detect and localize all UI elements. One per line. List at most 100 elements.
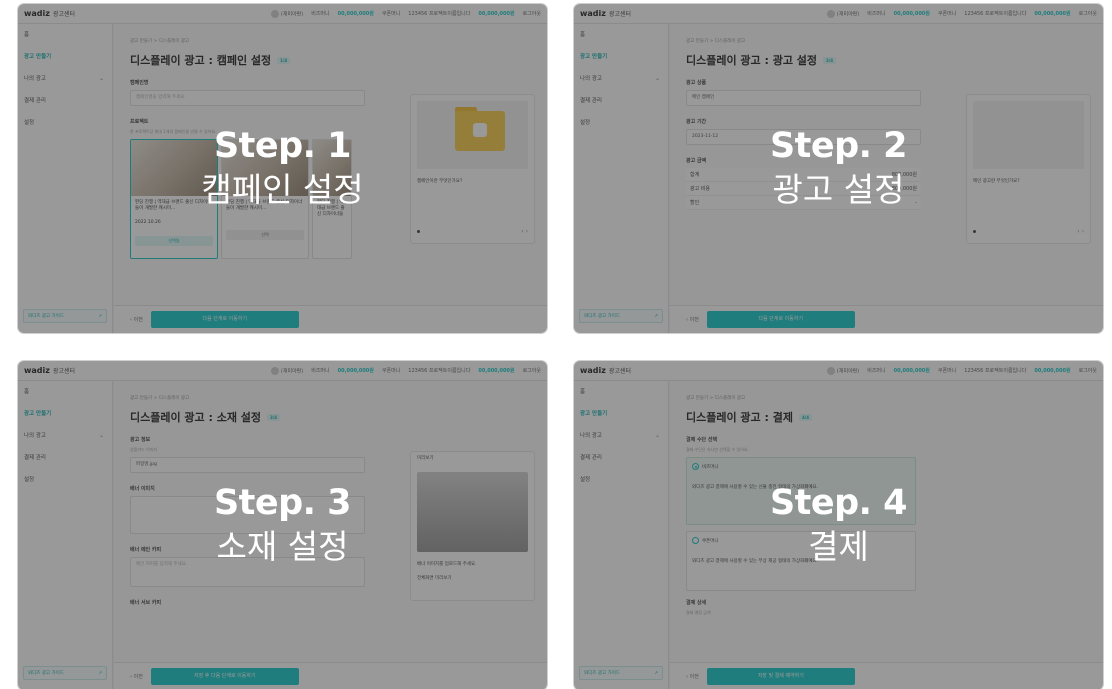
- logout-button[interactable]: 로그아웃: [1079, 367, 1097, 374]
- preview-image: [973, 101, 1084, 169]
- project-value: 00,000,000원: [1034, 11, 1071, 17]
- main-copy-input[interactable]: 메인 카피를 입력해 주세요.: [130, 557, 365, 587]
- logout-button[interactable]: 로그아웃: [523, 10, 541, 17]
- field-label: 광고 금액: [686, 158, 707, 164]
- field-label: 결제 상세: [686, 600, 707, 606]
- field-label: 광고 기간: [686, 119, 707, 125]
- sidebar-item-payment[interactable]: 결제 관리: [18, 90, 112, 112]
- sidebar-item-home[interactable]: 홈: [574, 24, 668, 46]
- carousel-dot[interactable]: [417, 230, 420, 233]
- topbar: wadiz 광고센터 (재미야편) 비즈머니 00,000,000원 쿠폰머니 …: [18, 4, 547, 24]
- ad-period-input[interactable]: 2023-11-12: [686, 129, 921, 145]
- prev-button[interactable]: ‹ 이전: [130, 316, 143, 323]
- sidebar-item-create-ad[interactable]: 광고 만들기: [574, 403, 668, 425]
- sidebar-item-home[interactable]: 홈: [18, 381, 112, 403]
- fullscreen-preview-button[interactable]: 전체화면 미리보기: [411, 572, 534, 586]
- project-selector[interactable]: 123456 프로젝트이름입니다: [408, 10, 470, 17]
- preview-caption: 메인 광고란 무엇인가요?: [973, 179, 1020, 184]
- carousel-nav-icon[interactable]: ‹ ›: [521, 228, 528, 235]
- carousel-dot[interactable]: [973, 230, 976, 233]
- topbar: wadiz 광고센터 (재미야편) 비즈머니 00,000,000원 쿠폰머니 …: [18, 361, 547, 381]
- page-title: 디스플레이 광고 : 캠페인 설정 1/4: [130, 52, 531, 68]
- bottom-bar: ‹ 이전 다음 단계로 이동하기: [114, 305, 547, 333]
- sidebar-item-settings[interactable]: 설정: [18, 112, 112, 134]
- bottom-bar: ‹ 이전 저장 후 다음 단계로 이동하기: [114, 662, 547, 689]
- campaign-form: 캠페인명 캠페인명을 입력해 주세요. 프로젝트 한 프로젝트당 최대 1개의 …: [130, 79, 365, 259]
- avatar: [270, 9, 279, 18]
- campaign-name-input[interactable]: 캠페인명을 입력해 주세요.: [130, 90, 365, 106]
- logout-button[interactable]: 로그아웃: [523, 367, 541, 374]
- sidebar: 홈 광고 만들기 나의 광고 ⌄ 결제 관리 설정 와디즈 광고 가이드 ↗: [18, 381, 113, 689]
- project-selector[interactable]: 123456 프로젝트이름입니다: [964, 367, 1026, 374]
- guide-link[interactable]: 와디즈 광고 가이드 ↗: [23, 666, 107, 680]
- prev-button[interactable]: ‹ 이전: [686, 316, 699, 323]
- prev-button[interactable]: ‹ 이전: [130, 673, 143, 680]
- sidebar-item-payment[interactable]: 결제 관리: [574, 90, 668, 112]
- chevron-down-icon: ⌄: [654, 432, 660, 439]
- user-menu[interactable]: (재미야편): [270, 366, 303, 375]
- sidebar-item-settings[interactable]: 설정: [574, 469, 668, 491]
- app-icon: [473, 123, 487, 137]
- sidebar-item-home[interactable]: 홈: [574, 381, 668, 403]
- carousel-nav-icon[interactable]: ‹ ›: [1077, 228, 1084, 235]
- sidebar-item-home[interactable]: 홈: [18, 24, 112, 46]
- project-card[interactable]: 펀딩 진행 | 역대급 브랜드 출신 디자이너들이 개발한 캐시미... 202…: [130, 139, 218, 259]
- user-menu[interactable]: (재미야편): [826, 9, 859, 18]
- guide-link[interactable]: 와디즈 광고 가이드 ↗: [579, 309, 663, 323]
- project-date: [222, 216, 308, 224]
- select-button[interactable]: 선택: [226, 230, 304, 240]
- next-button[interactable]: 다음 단계로 이동하기: [706, 311, 855, 328]
- project-card[interactable]: 펀딩 진행 | 역대급 브랜드 출신 디자이너들: [312, 139, 352, 259]
- project-cards: 펀딩 진행 | 역대급 브랜드 출신 디자이너들이 개발한 캐시미... 202…: [130, 139, 365, 259]
- sidebar-item-create-ad[interactable]: 광고 만들기: [18, 46, 112, 68]
- sidebar: 홈 광고 만들기 나의 광고 ⌄ 결제 관리 설정 와디즈 광고 가이드 ↗: [574, 24, 669, 333]
- project-card[interactable]: 펀딩 진행 | 역대급 브랜드 출신 디자이너들이 개발한 캐시미... 선택: [221, 139, 309, 259]
- sidebar-item-settings[interactable]: 설정: [574, 112, 668, 134]
- next-button[interactable]: 저장 후 다음 단계로 이동하기: [150, 668, 299, 685]
- breadcrumb: 광고 만들기 > 디스플레이 광고: [686, 396, 746, 401]
- sidebar-item-my-ads[interactable]: 나의 광고 ⌄: [18, 68, 112, 90]
- field-label: 프로젝트: [130, 119, 149, 125]
- logo[interactable]: wadiz: [580, 366, 606, 375]
- breadcrumb: 광고 만들기 > 디스플레이 광고: [686, 39, 746, 44]
- next-button[interactable]: 다음 단계로 이동하기: [150, 311, 299, 328]
- select-button[interactable]: 선택됨: [135, 236, 213, 246]
- project-selector[interactable]: 123456 프로젝트이름입니다: [408, 367, 470, 374]
- step-badge: 4/4: [798, 413, 812, 421]
- project-selector[interactable]: 123456 프로젝트이름입니다: [964, 10, 1026, 17]
- payment-option-bizmoney[interactable]: 비즈머니 와디즈 광고 결제에 사용할 수 있는 선불 충전 형태의 가상화폐예…: [686, 457, 916, 525]
- sidebar-item-settings[interactable]: 설정: [18, 469, 112, 491]
- sidebar-item-my-ads[interactable]: 나의 광고 ⌄: [18, 425, 112, 447]
- sidebar-item-payment[interactable]: 결제 관리: [574, 447, 668, 469]
- bottom-bar: ‹ 이전 저장 및 결제 예약하기: [670, 662, 1103, 689]
- amount-row: 광고 비용 800,000원: [686, 182, 921, 196]
- sidebar-item-create-ad[interactable]: 광고 만들기: [574, 46, 668, 68]
- topbar: wadiz 광고센터 (재미야편) 비즈머니 00,000,000원 쿠폰머니 …: [574, 4, 1103, 24]
- user-menu[interactable]: (재미야편): [826, 366, 859, 375]
- guide-link[interactable]: 와디즈 광고 가이드 ↗: [579, 666, 663, 680]
- ad-product-select[interactable]: 메인 캠페인: [686, 90, 921, 106]
- sidebar-item-my-ads[interactable]: 나의 광고 ⌄: [574, 425, 668, 447]
- coupon-label: 쿠폰머니: [381, 11, 401, 17]
- field-hint: 한 프로젝트당 최대 1개의 캠페인을 만들 수 있어요.: [130, 129, 217, 134]
- project-title: 펀딩 진행 | 역대급 브랜드 출신 디자이너들이 개발한 캐시미...: [135, 200, 212, 211]
- banner-upload[interactable]: [130, 496, 365, 534]
- payment-option-coupon[interactable]: 쿠폰머니 와디즈 광고 결제에 사용할 수 있는 무상 제공 형태의 가상화폐예…: [686, 531, 916, 591]
- topbar-right: (재미야편) 비즈머니 00,000,000원 쿠폰머니 123456 프로젝트…: [826, 366, 1097, 375]
- radio-selected-icon: [692, 463, 699, 470]
- logo[interactable]: wadiz: [580, 9, 606, 18]
- sidebar-item-create-ad[interactable]: 광고 만들기: [18, 403, 112, 425]
- step3-panel: wadiz 광고센터 (재미야편) 비즈머니 00,000,000원 쿠폰머니 …: [17, 360, 548, 689]
- guide-link[interactable]: 와디즈 광고 가이드 ↗: [23, 309, 107, 323]
- prev-button[interactable]: ‹ 이전: [686, 673, 699, 680]
- pay-button[interactable]: 저장 및 결제 예약하기: [706, 668, 855, 685]
- user-menu[interactable]: (재미야편): [270, 9, 303, 18]
- project-image: [313, 140, 351, 196]
- sidebar-item-my-ads[interactable]: 나의 광고 ⌄: [574, 68, 668, 90]
- main-content: 광고 만들기 > 디스플레이 광고 디스플레이 광고 : 광고 설정 2/4 광고…: [670, 24, 1103, 333]
- file-input[interactable]: 파일명.jpg: [130, 457, 365, 473]
- logo[interactable]: wadiz: [24, 9, 50, 18]
- logout-button[interactable]: 로그아웃: [1079, 10, 1097, 17]
- logo[interactable]: wadiz: [24, 366, 50, 375]
- sidebar-item-payment[interactable]: 결제 관리: [18, 447, 112, 469]
